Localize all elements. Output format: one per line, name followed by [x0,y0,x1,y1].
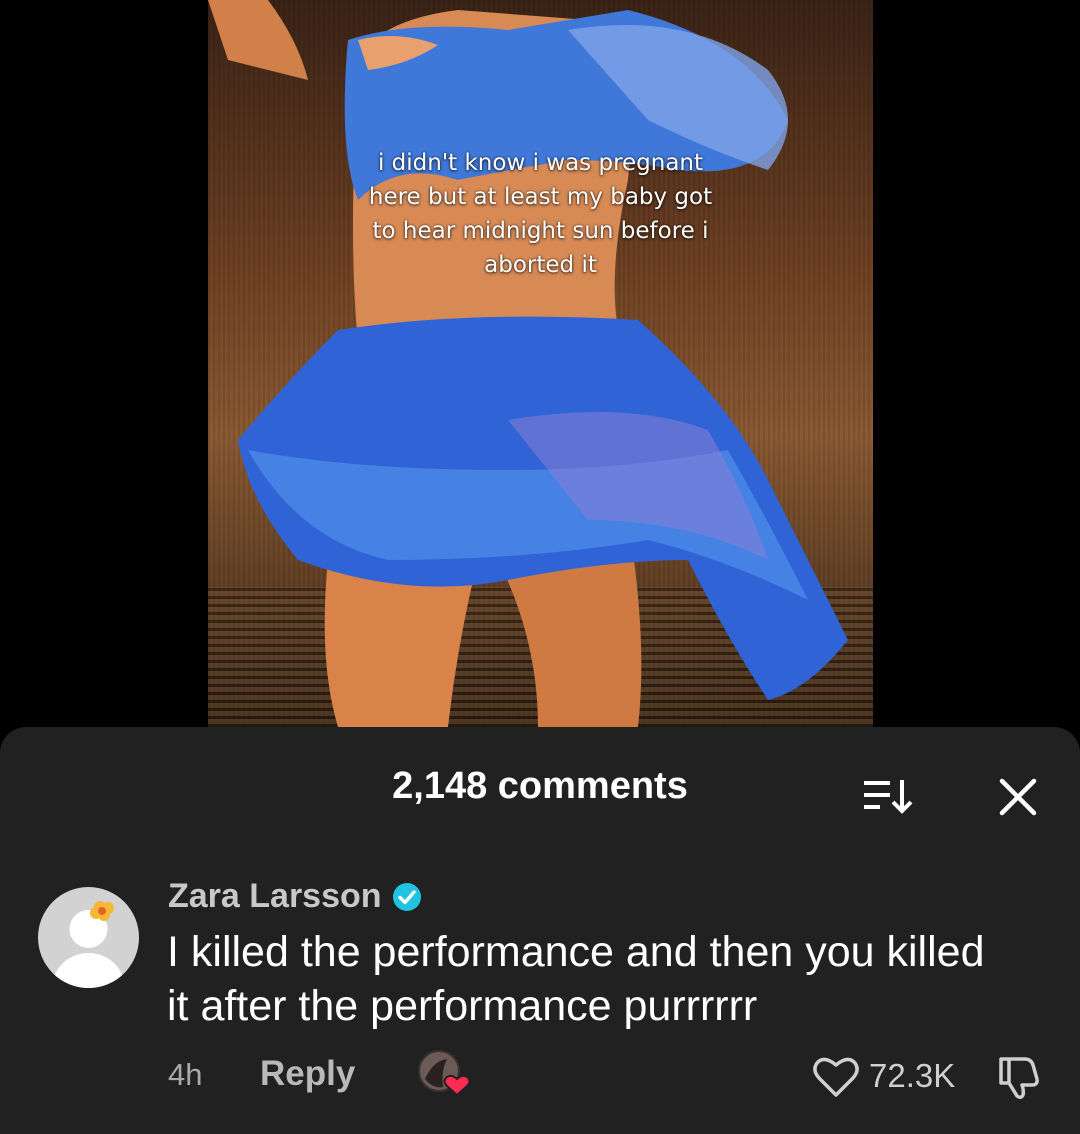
comment-timestamp: 4h [168,1057,203,1092]
video-player[interactable]: i didn't know i was pregnant here but at… [208,0,873,727]
flower-icon [90,901,114,921]
reply-button[interactable]: Reply [260,1054,355,1094]
video-caption: i didn't know i was pregnant here but at… [368,150,713,278]
default-avatar-icon [52,901,125,988]
comments-sheet: 2,148 comments Zara Larsson I killed the… [0,727,1080,1134]
avatar[interactable] [38,887,139,988]
thumbs-down-icon[interactable] [995,1053,1043,1099]
comments-count-title: 2,148 comments [392,765,688,807]
author-name[interactable]: Zara Larsson [168,877,382,916]
heart-icon[interactable] [812,1055,860,1099]
comment-author[interactable]: Zara Larsson [168,877,422,916]
comment-text: I killed the performance and then you ki… [167,928,985,1030]
video-frame-performer [208,0,848,727]
sort-descending-icon[interactable] [862,777,914,815]
creator-liked-icon [418,1050,471,1097]
like-count: 72.3K [869,1057,956,1094]
close-icon[interactable] [996,775,1040,819]
verified-badge-icon [392,882,421,911]
